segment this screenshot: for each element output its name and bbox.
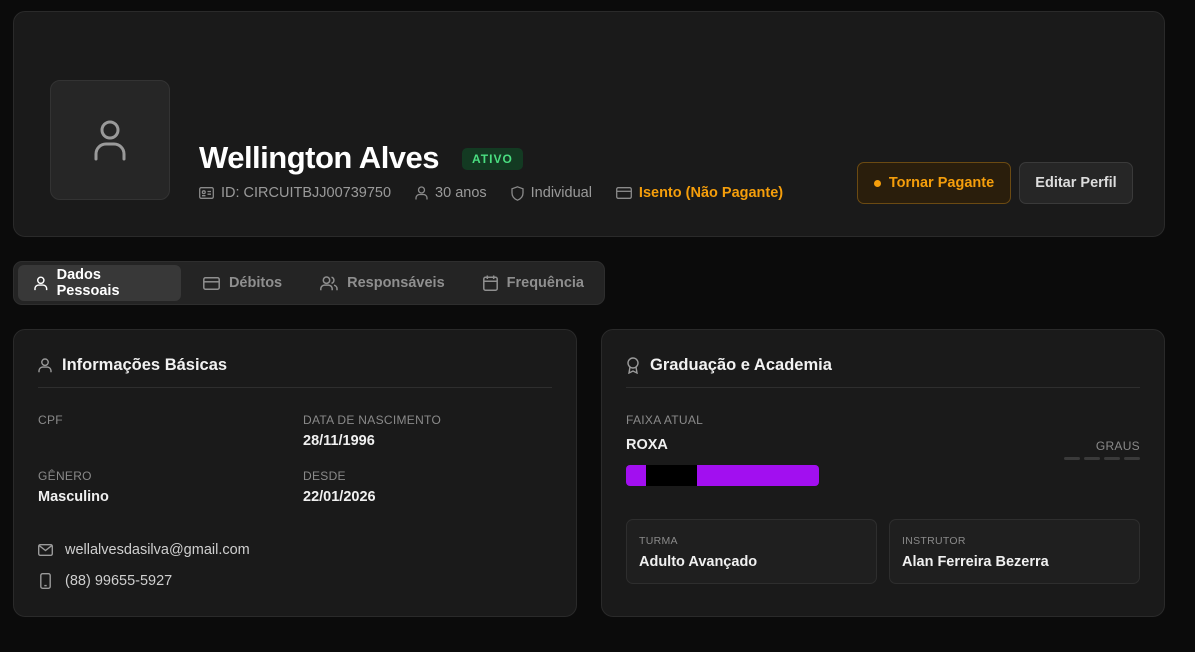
card-icon — [615, 187, 632, 199]
email-row: wellalvesdasilva@gmail.com — [38, 542, 250, 558]
tab-label: Responsáveis — [347, 275, 445, 291]
profile-age: 30 anos — [435, 185, 487, 201]
meta-payment: Isento (Não Pagante) — [615, 185, 784, 201]
class-label: TURMA — [639, 535, 678, 547]
since-value: 22/01/2026 — [303, 489, 376, 505]
edit-profile-button[interactable]: Editar Perfil — [1019, 162, 1133, 204]
users-icon — [320, 275, 338, 290]
graduation-title: Graduação e Academia — [650, 356, 832, 374]
dot-icon — [873, 179, 881, 187]
tab-label: Débitos — [228, 275, 283, 291]
user-icon — [94, 120, 126, 161]
belt-bar — [626, 465, 819, 486]
gender-label: GÊNERO — [38, 469, 92, 483]
make-paying-label: Tornar Pagante — [888, 175, 995, 191]
degree-indicator — [1084, 457, 1100, 460]
tab-label: Dados Pessoais — [56, 267, 120, 299]
edit-profile-label: Editar Perfil — [1035, 175, 1117, 191]
user-icon — [38, 358, 52, 373]
profile-tabs: Dados Pessoais Débitos Responsáveis Freq… — [13, 261, 605, 305]
card-icon — [202, 276, 220, 290]
degrees-label: GRAUS — [1095, 439, 1140, 453]
degree-indicators — [1064, 457, 1140, 460]
make-paying-button[interactable]: Tornar Pagante — [857, 162, 1011, 204]
tab-debitos[interactable]: Débitos — [187, 265, 298, 301]
belt-value: ROXA — [626, 437, 668, 453]
avatar — [50, 80, 170, 200]
basic-info-card: Informações Básicas CPF DATA DE NASCIMEN… — [13, 329, 577, 617]
profile-payment-status: Isento (Não Pagante) — [638, 185, 784, 201]
phone-value: (88) 99655-5927 — [65, 573, 173, 589]
belt-stripe — [646, 465, 697, 486]
degree-indicator — [1104, 457, 1120, 460]
user-icon — [415, 186, 428, 200]
meta-plan: Individual — [511, 185, 592, 201]
tab-frequencia[interactable]: Frequência — [467, 265, 600, 301]
profile-name: Wellington Alves — [199, 140, 440, 175]
award-icon — [627, 357, 639, 374]
profile-id: ID: CIRCUITBJJ00739750 — [221, 185, 392, 201]
since-label: DESDE — [303, 469, 346, 483]
instructor-label: INSTRUTOR — [902, 535, 966, 547]
class-value: Adulto Avançado — [639, 554, 758, 570]
meta-age: 30 anos — [415, 185, 487, 201]
instructor-box: INSTRUTOR Alan Ferreira Bezerra — [889, 519, 1140, 584]
id-card-icon — [199, 187, 214, 199]
graduation-card: Graduação e Academia FAIXA ATUAL ROXA GR… — [601, 329, 1165, 617]
shield-icon — [511, 185, 524, 201]
tab-responsaveis[interactable]: Responsáveis — [304, 265, 461, 301]
email-value: wellalvesdasilva@gmail.com — [65, 542, 250, 558]
class-box: TURMA Adulto Avançado — [626, 519, 877, 584]
tab-dados-pessoais[interactable]: Dados Pessoais — [18, 265, 181, 301]
basic-info-title: Informações Básicas — [62, 356, 228, 374]
phone-icon — [40, 573, 51, 589]
belt-label: FAIXA ATUAL — [626, 413, 704, 427]
profile-meta-row: ID: CIRCUITBJJ00739750 30 anos Individua… — [199, 185, 783, 201]
instructor-value: Alan Ferreira Bezerra — [902, 554, 1049, 570]
cpf-label: CPF — [38, 413, 63, 427]
birth-date-label: DATA DE NASCIMENTO — [303, 413, 442, 427]
user-icon — [34, 275, 48, 290]
mail-icon — [38, 544, 53, 556]
graduation-header: Graduação e Academia — [626, 356, 1140, 388]
degree-indicator — [1064, 457, 1080, 460]
birth-date-value: 28/11/1996 — [303, 433, 375, 449]
phone-row: (88) 99655-5927 — [38, 573, 172, 589]
calendar-icon — [482, 275, 498, 291]
status-badge: ATIVO — [462, 148, 523, 170]
profile-header-card: Wellington Alves ATIVO ID: CIRCUITBJJ007… — [13, 11, 1165, 237]
meta-id: ID: CIRCUITBJJ00739750 — [199, 185, 391, 201]
degree-indicator — [1124, 457, 1140, 460]
profile-plan: Individual — [530, 185, 592, 201]
tab-label: Frequência — [506, 275, 584, 291]
basic-info-header: Informações Básicas — [38, 356, 552, 388]
gender-value: Masculino — [38, 489, 109, 505]
